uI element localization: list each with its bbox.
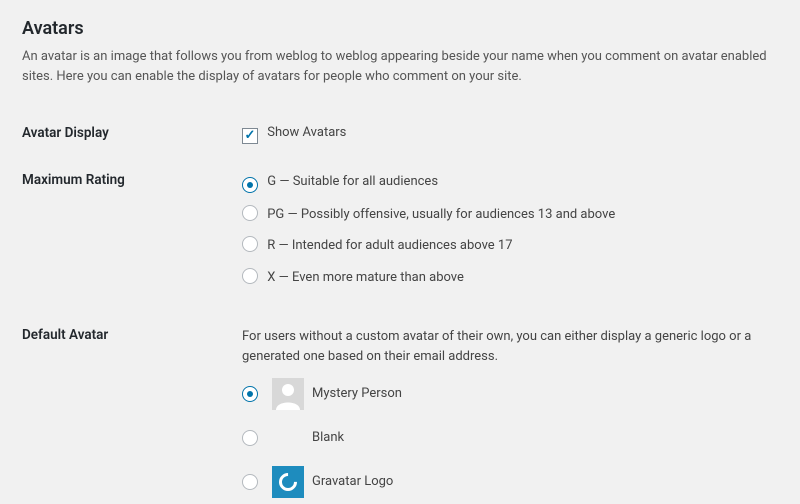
rating-label-r: R — Intended for adult audiences above 1…: [267, 238, 512, 253]
section-intro: An avatar is an image that follows you f…: [22, 47, 778, 87]
avatar-radio-mystery[interactable]: [242, 386, 258, 402]
avatar-label-mystery: Mystery Person: [312, 386, 402, 401]
default-avatar-intro: For users without a custom avatar of the…: [242, 327, 778, 367]
mystery-person-icon: [272, 378, 304, 410]
rating-label-pg: PG — Possibly offensive, usually for aud…: [267, 207, 615, 222]
avatar-label-blank: Blank: [312, 430, 344, 445]
section-title: Avatars: [22, 18, 778, 39]
show-avatars-label[interactable]: Show Avatars: [242, 125, 346, 140]
avatar-radio-blank[interactable]: [242, 430, 258, 446]
avatar-radio-gravatar[interactable]: [242, 474, 258, 490]
blank-avatar-icon: [272, 422, 304, 454]
avatar-option-mystery[interactable]: Mystery Person: [242, 378, 778, 410]
avatar-option-gravatar[interactable]: Gravatar Logo: [242, 466, 778, 498]
rating-radio-g[interactable]: [242, 177, 258, 193]
rating-option-r[interactable]: R — Intended for adult audiences above 1…: [242, 236, 778, 256]
rating-radio-x[interactable]: [242, 268, 258, 284]
gravatar-logo-icon: [272, 466, 304, 498]
show-avatars-checkbox[interactable]: [242, 128, 258, 144]
rating-option-g[interactable]: G — Suitable for all audiences: [242, 172, 778, 193]
rating-label-x: X — Even more mature than above: [267, 270, 464, 285]
rating-option-x[interactable]: X — Even more mature than above: [242, 268, 778, 288]
show-avatars-text: Show Avatars: [267, 125, 346, 140]
default-avatar-heading: Default Avatar: [22, 313, 242, 504]
rating-label-g: G — Suitable for all audiences: [267, 174, 438, 189]
rating-radio-pg[interactable]: [242, 205, 258, 221]
avatar-label-gravatar: Gravatar Logo: [312, 474, 393, 489]
maximum-rating-heading: Maximum Rating: [22, 158, 242, 314]
avatar-option-blank[interactable]: Blank: [242, 422, 778, 454]
rating-option-pg[interactable]: PG — Possibly offensive, usually for aud…: [242, 205, 778, 225]
rating-radio-r[interactable]: [242, 236, 258, 252]
avatar-display-heading: Avatar Display: [22, 111, 242, 158]
